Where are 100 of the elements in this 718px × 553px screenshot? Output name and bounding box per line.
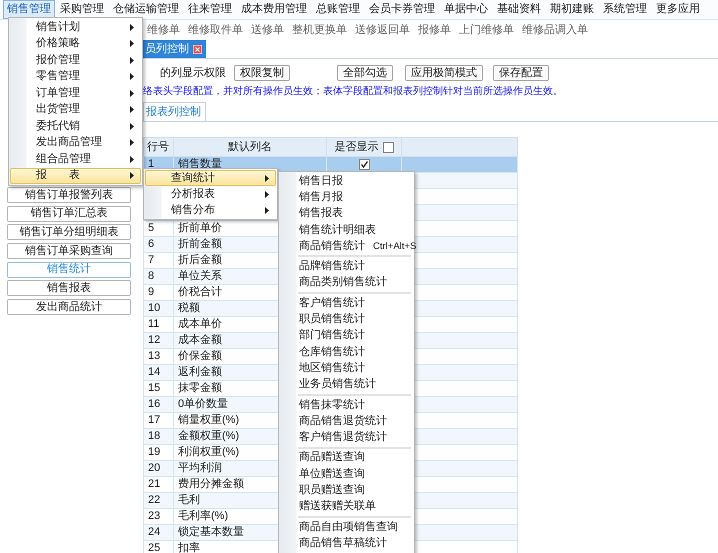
row-number: 13 [148, 350, 160, 362]
table-cell: 折前单价 [178, 222, 222, 234]
report-list-item[interactable]: 销售订单汇总表 [7, 206, 131, 222]
menu-bar-item[interactable]: 单据中心 [440, 0, 492, 19]
row-number: 17 [148, 414, 160, 426]
show-checkbox[interactable] [358, 158, 370, 170]
menu-bar-item[interactable]: 往来管理 [184, 0, 236, 19]
row-number: 9 [148, 286, 154, 298]
menu-bar-item[interactable]: 成本费用管理 [237, 0, 311, 19]
menu-item[interactable]: 商品销售退货统计 [280, 413, 413, 430]
menu-item[interactable]: 销售报表 [280, 206, 413, 222]
row-number: 16 [148, 398, 160, 410]
toolbar-link[interactable]: 送修返回单 [355, 24, 410, 36]
menu-bar-item[interactable]: 期初建账 [546, 0, 598, 19]
menu-item[interactable]: 委托代销 [10, 118, 141, 134]
toolbar-link[interactable]: 整机更换单 [292, 24, 347, 36]
toolbar-link[interactable]: 维修品调入单 [522, 24, 588, 36]
report-list-item[interactable]: 发出商品统计 [7, 299, 131, 316]
menu-item[interactable]: 报价管理 [10, 52, 141, 68]
menu-item[interactable]: 职员销售统计 [280, 311, 413, 328]
row-number: 22 [148, 494, 160, 506]
table-cell: 折后金额 [178, 254, 222, 266]
menu-item[interactable]: 销售月报 [280, 189, 413, 206]
row-number: 24 [148, 526, 160, 538]
menu-item[interactable]: 分析报表 [145, 186, 276, 202]
action-button[interactable]: 保存配置 [493, 65, 549, 81]
menu-item[interactable]: 商品类别销售统计 [280, 274, 413, 292]
select-all-checkbox[interactable] [382, 142, 394, 152]
row-number: 20 [148, 462, 160, 474]
menu-item[interactable]: 订单管理 [10, 85, 141, 102]
menu-item[interactable]: 销售计划 [10, 19, 141, 36]
menu-item[interactable]: 报 表 [10, 168, 141, 184]
menu-item[interactable]: 销售分布 [145, 202, 276, 218]
menu-bar-item[interactable]: 总账管理 [312, 0, 364, 19]
submenu-arrow-icon [130, 73, 134, 80]
table-cell: 成本金额 [178, 334, 222, 346]
report-column-tab[interactable]: 报表列控制 [143, 102, 206, 121]
toolbar-link[interactable]: 上门维修单 [459, 24, 514, 36]
report-list-item[interactable]: 销售订单报警列表 [7, 187, 131, 203]
menu-bar-item[interactable]: 仓储运输管理 [109, 0, 183, 19]
menu-item[interactable]: 销售统计明细表 [280, 222, 413, 238]
close-icon[interactable] [193, 44, 202, 54]
submenu-arrow-icon [130, 56, 134, 64]
report-list-item[interactable]: 销售订单分组明细表 [7, 224, 131, 240]
menu-item[interactable]: 商品销售草稿统计 [280, 535, 413, 552]
table-cell: 成本单价 [178, 318, 222, 330]
submenu-arrow-icon [265, 206, 269, 214]
menu-bar-item[interactable]: 更多应用 [652, 0, 704, 19]
report-list-item[interactable]: 销售报表 [7, 280, 131, 296]
menu-item[interactable]: 查询统计 [145, 170, 276, 186]
menu-item[interactable]: 地区销售统计 [280, 360, 413, 377]
menu-item[interactable]: 发出商品管理 [10, 134, 141, 151]
menu-item[interactable]: 仓库销售统计 [280, 344, 413, 360]
menu-bar-item[interactable]: 销售管理 [3, 0, 55, 19]
toolbar-link[interactable]: 送修单 [251, 24, 284, 36]
row-number: 1 [148, 158, 154, 170]
toolbar-link[interactable]: 维修单 [147, 24, 180, 36]
menu-item[interactable]: 客户销售退货统计 [280, 429, 413, 446]
menu-item[interactable]: 客户销售统计 [280, 295, 413, 312]
menu-item[interactable]: 职员赠送查询 [280, 482, 413, 499]
report-list-item[interactable]: 销售统计 [7, 262, 131, 278]
row-number: 5 [148, 222, 154, 234]
table-cell: 毛利率(%) [178, 510, 228, 522]
row-number: 12 [148, 334, 160, 346]
menu-item[interactable]: 部门销售统计 [280, 328, 413, 344]
table-cell: 平均利润 [178, 462, 222, 474]
menu-item[interactable]: 出货管理 [10, 102, 141, 118]
table-cell: 费用分摊金额 [178, 478, 244, 490]
table-cell: 利润权重(%) [178, 446, 240, 458]
menu-item[interactable]: 销售日报 [280, 173, 413, 190]
document-tab[interactable]: 员列控制 [143, 40, 206, 58]
toolbar-link[interactable]: 报修单 [418, 24, 451, 36]
info-text: 络表头字段配置，并对所有操作员生效；表体字段配置和报表列控制针对当前所选操作员生效。 [143, 85, 564, 98]
menu-bar-item[interactable]: 系统管理 [599, 0, 651, 19]
menu-item[interactable]: 商品赠送查询 [280, 450, 413, 466]
menu-item[interactable]: 赠送获赠关联单 [280, 498, 413, 515]
menu-item[interactable]: 单位赠送查询 [280, 466, 413, 482]
action-button[interactable]: 权限复制 [234, 65, 290, 81]
action-button[interactable]: 应用极简模式 [405, 65, 483, 81]
row-number: 7 [148, 254, 154, 266]
menu-item[interactable]: 业务员销售统计 [280, 376, 413, 393]
menu-bar-item[interactable]: 会员卡券管理 [365, 0, 439, 19]
menu-item[interactable]: 品牌销售统计 [280, 258, 413, 275]
row-number: 6 [148, 238, 154, 250]
menu-item[interactable]: 零售管理 [10, 68, 141, 85]
menu-item[interactable]: 组合品管理 [10, 151, 141, 168]
menu-bar-item[interactable]: 采购管理 [56, 0, 108, 19]
table-cell: 扣率 [178, 542, 200, 553]
menu-item[interactable]: 销售抹零统计 [280, 396, 413, 414]
submenu-arrow-icon [130, 139, 134, 146]
row-number: 19 [148, 446, 160, 458]
menu-bar-item[interactable]: 基础资料 [493, 0, 545, 19]
menu-item[interactable]: 商品自由项销售查询 [280, 518, 413, 536]
toolbar-link[interactable]: 维修取件单 [188, 24, 243, 36]
menu-item[interactable]: 价格策略 [10, 36, 141, 52]
row-number: 15 [148, 382, 160, 394]
row-number: 23 [148, 510, 160, 522]
submenu-arrow-icon [130, 156, 134, 163]
report-list-item[interactable]: 销售订单采购查询 [7, 243, 131, 260]
action-button[interactable]: 全部勾选 [337, 65, 393, 81]
